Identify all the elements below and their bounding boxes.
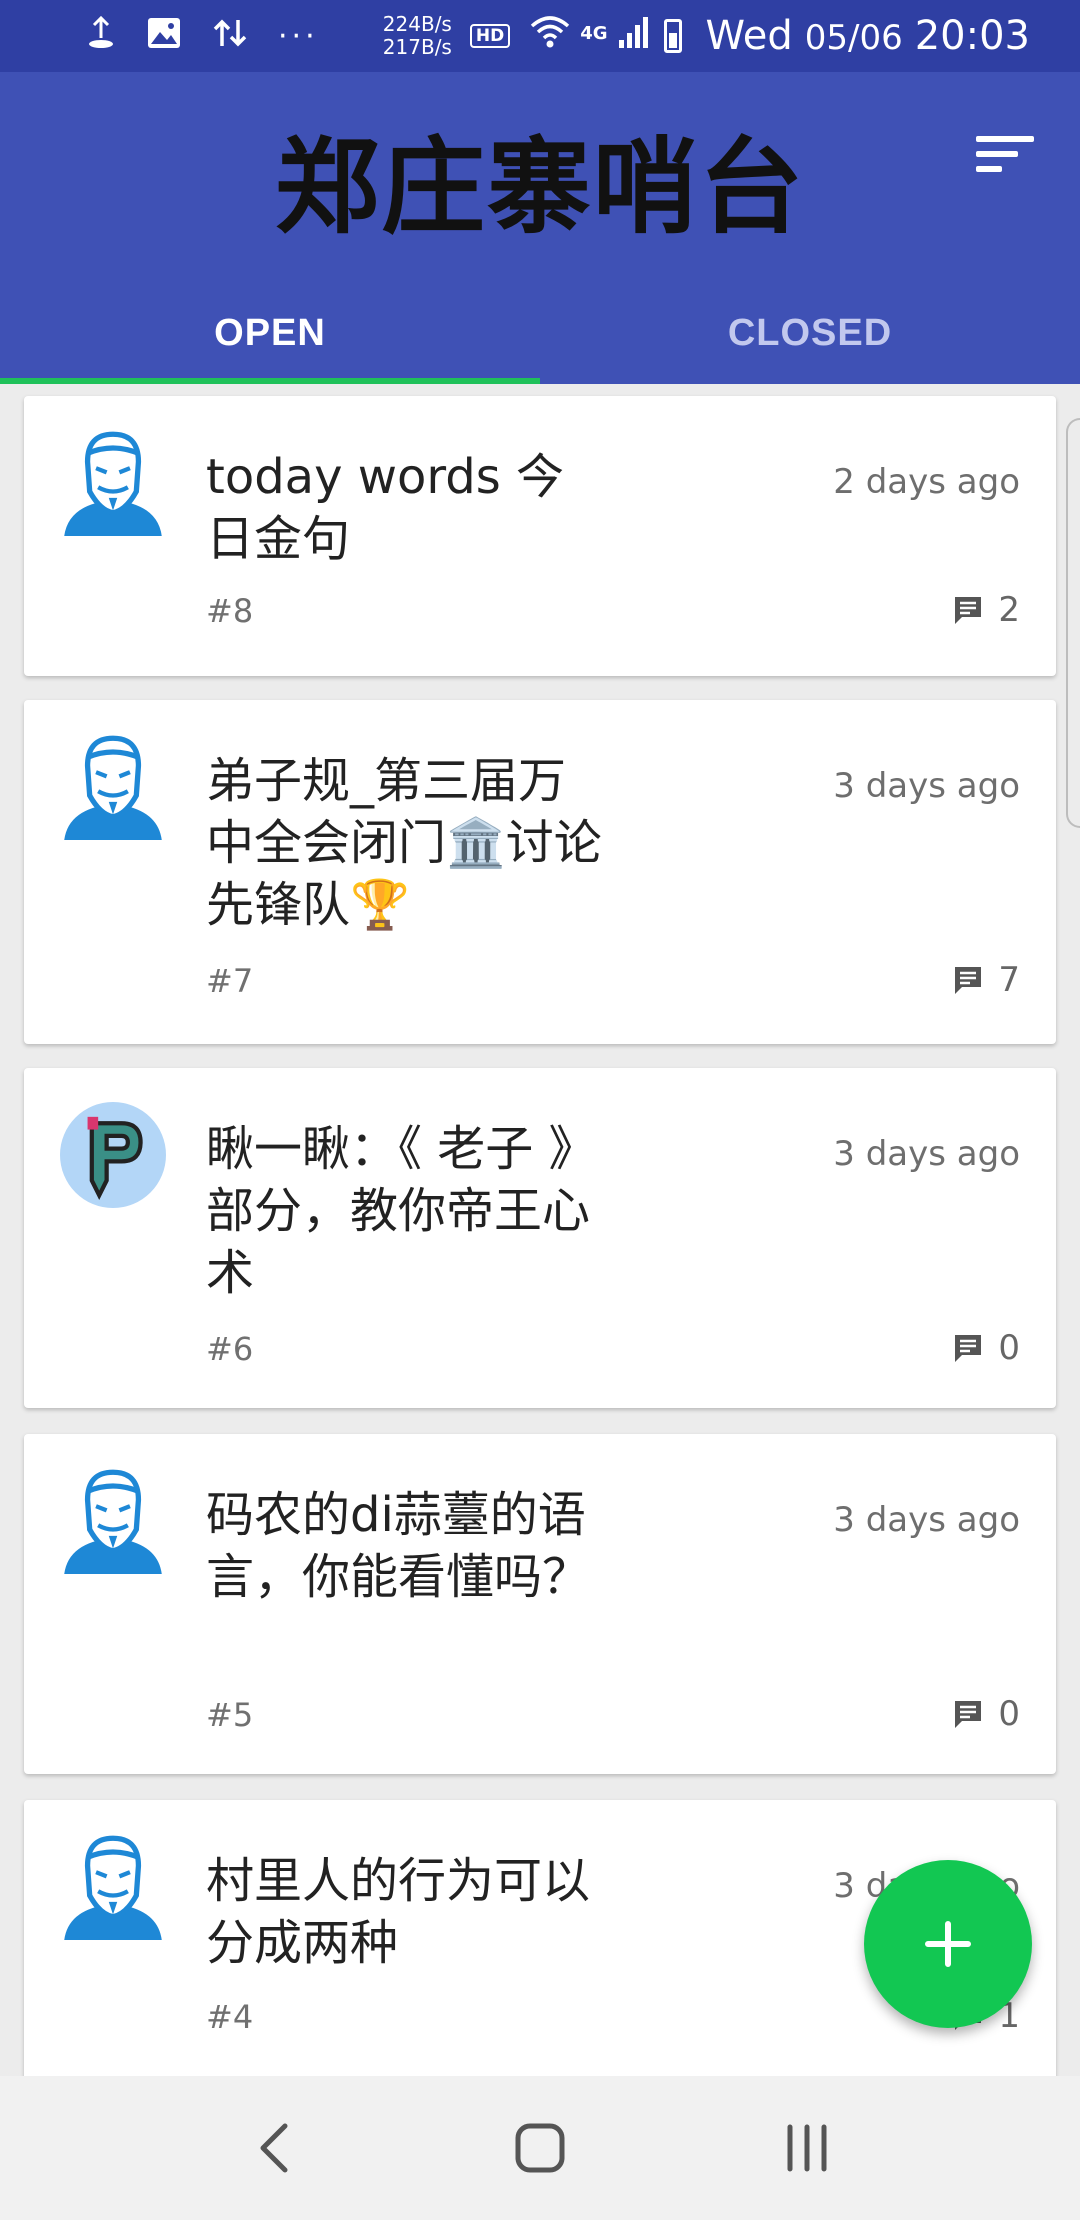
comment-icon [955, 967, 982, 994]
issue-title: 村里人的行为可以分成两种 [206, 1853, 591, 1971]
back-button[interactable] [233, 2108, 313, 2188]
tab-closed[interactable]: CLOSED [540, 282, 1080, 384]
issue-number: #5 [206, 1696, 254, 1734]
status-right-icons: 224B/s 217B/s HD 4G Wed 05/06 20:03 [383, 13, 1030, 60]
more-dots-icon: ··· [278, 18, 319, 54]
issue-comments: 2 [952, 590, 1020, 630]
issue-title: today words 今日金句 [206, 449, 564, 567]
comment-count: 0 [998, 1694, 1020, 1734]
net-up: 224B/s [382, 12, 452, 36]
comment-icon [955, 597, 982, 624]
net-down: 217B/s [382, 35, 452, 59]
issue-time: 3 days ago [833, 766, 1020, 806]
issue-comments: 0 [952, 1694, 1020, 1734]
issue-list[interactable]: today words 今日金句 2 days ago #8 2 弟子规_第三届… [0, 384, 1080, 2076]
data-transfer-icon [212, 16, 248, 56]
issue-number: #6 [206, 1330, 254, 1368]
home-icon [515, 2123, 565, 2173]
comment-count: 7 [998, 960, 1020, 1000]
tab-bar: OPEN CLOSED [0, 282, 1080, 384]
issue-card[interactable]: today words 今日金句 2 days ago #8 2 [24, 396, 1056, 676]
comment-icon [955, 1335, 982, 1362]
p-pencil-avatar [60, 1102, 166, 1208]
plus-icon [925, 1921, 971, 1967]
status-bar: ··· 224B/s 217B/s HD 4G Wed 05/06 20:03 [0, 0, 1080, 72]
status-left-icons: ··· [86, 15, 319, 56]
issue-number: #8 [206, 592, 254, 630]
issue-card[interactable]: 瞅一瞅：《 老子 》部分，教你帝王心术 3 days ago #6 0 [24, 1068, 1056, 1408]
back-icon [260, 2123, 288, 2173]
new-issue-button[interactable] [864, 1860, 1032, 2028]
app-bar: 郑庄寨哨台 OPEN CLOSED [0, 72, 1080, 384]
app-title: 郑庄寨哨台 [274, 125, 805, 248]
signal-icon [618, 16, 648, 56]
scroll-edge-indicator [1066, 418, 1080, 828]
issue-comments: 7 [952, 960, 1020, 1000]
system-nav-bar [0, 2076, 1080, 2220]
recents-button[interactable] [767, 2108, 847, 2188]
network-type: 4G [580, 23, 608, 44]
issue-number: #4 [206, 1998, 254, 2036]
net-speed: 224B/s 217B/s [383, 13, 452, 59]
clock: 20:03 [914, 13, 1030, 59]
issue-time: 3 days ago [833, 1500, 1020, 1540]
issue-card[interactable]: 弟子规_第三届万中全会闭门🏛️讨论先锋队🏆 3 days ago #7 7 [24, 700, 1056, 1044]
anonymous-mask-avatar [64, 1835, 162, 1940]
issue-time: 2 days ago [833, 462, 1020, 502]
issue-title: 瞅一瞅：《 老子 》部分，教你帝王心术 [206, 1121, 597, 1301]
home-button[interactable] [500, 2108, 580, 2188]
recents-icon [787, 2124, 827, 2172]
upload-icon [86, 15, 116, 56]
issue-comments: 0 [952, 1328, 1020, 1368]
comment-count: 2 [998, 590, 1020, 630]
comment-count: 0 [998, 1328, 1020, 1368]
tab-open[interactable]: OPEN [0, 282, 540, 384]
issue-title: 码农的di蒜薹的语言，你能看懂吗？ [206, 1487, 591, 1605]
wifi-icon [530, 16, 570, 56]
issue-time: 3 days ago [833, 1134, 1020, 1174]
anonymous-mask-avatar [64, 431, 162, 536]
sort-icon[interactable] [976, 136, 1034, 182]
issue-number: #7 [206, 962, 254, 1000]
date: 05/06 [804, 18, 903, 58]
issue-title: 弟子规_第三届万中全会闭门🏛️讨论先锋队🏆 [206, 753, 602, 933]
image-icon [146, 16, 182, 56]
comment-icon [955, 1701, 982, 1728]
date-time: Wed 05/06 20:03 [706, 13, 1030, 59]
battery-icon [663, 19, 682, 53]
day: Wed [705, 13, 793, 59]
anonymous-mask-avatar [64, 735, 162, 840]
issue-card[interactable]: 码农的di蒜薹的语言，你能看懂吗？ 3 days ago #5 0 [24, 1434, 1056, 1774]
hd-badge: HD [469, 24, 511, 48]
anonymous-mask-avatar [64, 1469, 162, 1574]
